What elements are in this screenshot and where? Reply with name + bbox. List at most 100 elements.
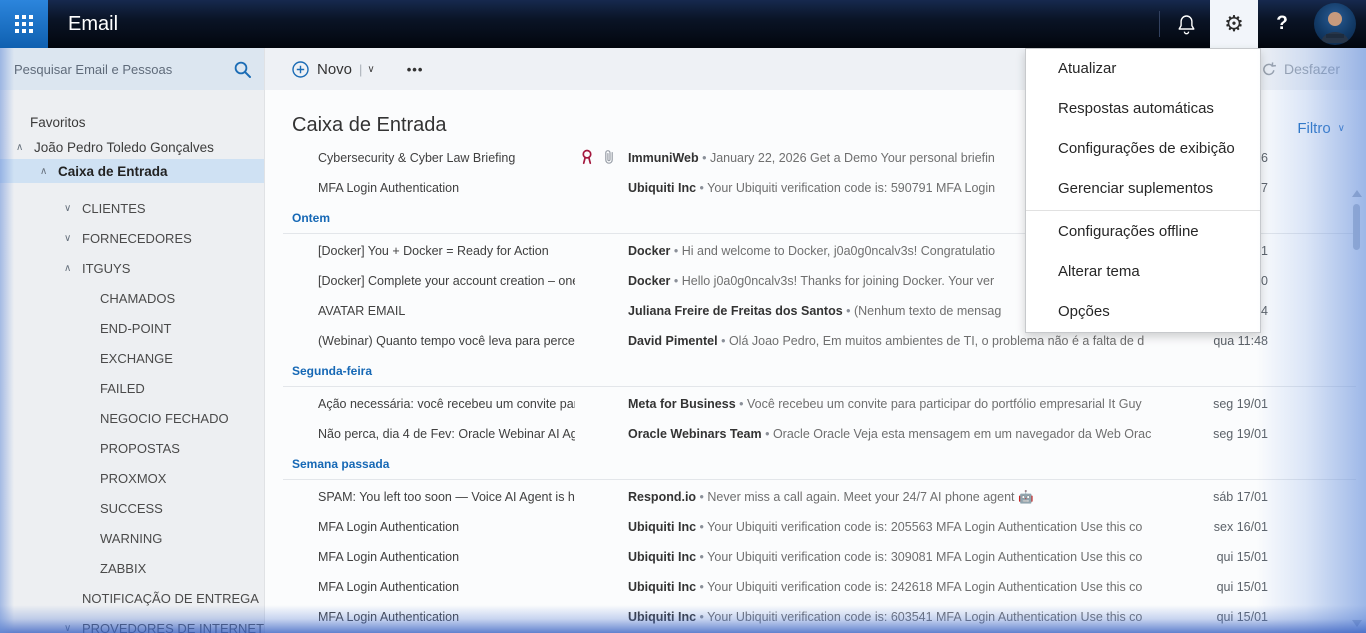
chevron-up-icon[interactable]: ∧ xyxy=(40,166,58,177)
sidebar-folder[interactable]: SUCCESS xyxy=(0,493,264,523)
email-date: qui 15/01 xyxy=(1182,580,1268,594)
email-row[interactable]: MFA Login AuthenticationUbiquiti Inc • Y… xyxy=(265,602,1366,632)
settings-button[interactable]: ⚙ xyxy=(1210,0,1258,48)
search-icon[interactable] xyxy=(233,60,252,79)
chevron-down-icon[interactable]: ∨ xyxy=(64,623,82,633)
folder-label: João Pedro Toledo Gonçalves xyxy=(34,140,214,155)
scroll-down-arrow-icon[interactable] xyxy=(1352,620,1362,627)
email-row[interactable]: MFA Login AuthenticationUbiquiti Inc • Y… xyxy=(265,572,1366,602)
email-row[interactable]: MFA Login Authentication Ubiquiti Inc • Y… xyxy=(265,542,1366,572)
menu-item-gerenciar-suplementos[interactable]: Gerenciar suplementos xyxy=(1026,169,1260,209)
email-date: seg 19/01 xyxy=(1182,427,1268,441)
menu-item-op-es[interactable]: Opções xyxy=(1026,292,1260,332)
email-preview-line: Ubiquiti Inc • Your Ubiquiti verificatio… xyxy=(628,550,1182,564)
menu-item-alterar-tema[interactable]: Alterar tema xyxy=(1026,252,1260,292)
user-avatar[interactable] xyxy=(1314,3,1356,45)
sidebar-folder[interactable]: PROPOSTAS xyxy=(0,433,264,463)
separator-dot: • xyxy=(696,181,707,195)
folder-label: NEGOCIO FECHADO xyxy=(100,411,229,426)
search-input[interactable] xyxy=(14,62,233,77)
flag-ribbon-icon[interactable] xyxy=(581,149,593,168)
folder-label: EXCHANGE xyxy=(100,351,173,366)
email-sender: Respond.io xyxy=(628,490,696,504)
separator-dot: • xyxy=(696,490,707,504)
sidebar-folder[interactable]: ∨PROVEDORES DE INTERNET xyxy=(0,613,264,633)
folder-label: FORNECEDORES xyxy=(82,231,192,246)
email-subject: AVATAR EMAIL xyxy=(318,304,575,318)
date-group-header: Segunda-feira xyxy=(283,356,1356,387)
email-subject: MFA Login Authentication xyxy=(318,550,575,564)
email-preview: (Nenhum texto de mensag xyxy=(854,304,1001,318)
sidebar-folder[interactable]: ∧João Pedro Toledo Gonçalves xyxy=(0,135,264,159)
chevron-down-icon[interactable]: ∨ xyxy=(64,233,82,244)
sidebar-folder[interactable]: EXCHANGE xyxy=(0,343,264,373)
chevron-down-icon[interactable]: ∨ xyxy=(367,64,374,75)
scrollbar-thumb[interactable] xyxy=(1353,204,1360,250)
email-preview: Você recebeu um convite para participar … xyxy=(747,397,1142,411)
top-app-bar: Email ⚙ ? xyxy=(0,0,1366,48)
more-commands-button[interactable]: ••• xyxy=(407,62,424,77)
email-preview: Oracle Oracle Veja esta mensagem em um n… xyxy=(773,427,1151,441)
email-date: qui 15/01 xyxy=(1182,550,1268,564)
list-scrollbar[interactable] xyxy=(1351,190,1363,629)
email-subject: MFA Login Authentication xyxy=(318,181,575,195)
chevron-down-icon[interactable]: ∨ xyxy=(64,203,82,214)
email-subject: MFA Login Authentication xyxy=(318,520,575,534)
sidebar-folder[interactable]: ∧Caixa de Entrada xyxy=(0,159,264,183)
sidebar-folder[interactable]: ∧ITGUYS xyxy=(0,253,264,283)
sidebar-folder[interactable]: ZABBIX xyxy=(0,553,264,583)
scroll-up-arrow-icon[interactable] xyxy=(1352,190,1362,197)
help-button[interactable]: ? xyxy=(1258,0,1306,48)
favorites-label[interactable]: Favoritos xyxy=(0,111,264,135)
email-preview: January 22, 2026 Get a Demo Your persona… xyxy=(710,151,995,165)
app-launcher-button[interactable] xyxy=(0,0,48,48)
sidebar-folder[interactable]: WARNING xyxy=(0,523,264,553)
sidebar-folder[interactable]: NOTIFICAÇÃO DE ENTREGA xyxy=(0,583,264,613)
menu-item-configura-es-de-exibi-o[interactable]: Configurações de exibição xyxy=(1026,129,1260,169)
email-preview-line: Ubiquiti Inc • Your Ubiquiti verificatio… xyxy=(628,580,1182,594)
email-subject: (Webinar) Quanto tempo você leva para pe… xyxy=(318,334,575,348)
sidebar-folder[interactable]: END-POINT xyxy=(0,313,264,343)
filter-button[interactable]: Filtro ∨ xyxy=(1297,120,1345,137)
outlook-web-app: Email ⚙ ? xyxy=(0,0,1366,633)
email-sender: ImmuniWeb xyxy=(628,151,699,165)
sidebar-folder[interactable]: FAILED xyxy=(0,373,264,403)
separator-dot: • xyxy=(699,151,710,165)
menu-item-atualizar[interactable]: Atualizar xyxy=(1026,49,1260,89)
new-mail-button[interactable]: Novo | ∨ xyxy=(292,61,375,78)
email-sender: Ubiquiti Inc xyxy=(628,610,696,624)
email-row[interactable]: Ação necessária: você recebeu um convite… xyxy=(265,389,1366,419)
separator-dot: • xyxy=(762,427,773,441)
plus-circle-icon xyxy=(292,61,309,78)
sidebar-folder[interactable]: ∨FORNECEDORES xyxy=(0,223,264,253)
menu-item-configura-es-offline[interactable]: Configurações offline xyxy=(1026,212,1260,252)
email-sender: Ubiquiti Inc xyxy=(628,181,696,195)
split-divider: | xyxy=(359,62,362,77)
menu-divider xyxy=(1026,210,1260,211)
separator-dot: • xyxy=(736,397,747,411)
sidebar-folder[interactable]: NEGOCIO FECHADO xyxy=(0,403,264,433)
undo-button[interactable]: Desfazer xyxy=(1261,48,1340,90)
separator-dot: • xyxy=(696,550,707,564)
folder-label: FAILED xyxy=(100,381,145,396)
topbar-separator xyxy=(1159,11,1160,37)
email-preview-line: David Pimentel • Olá Joao Pedro, Em muit… xyxy=(628,334,1182,348)
folder-label: NOTIFICAÇÃO DE ENTREGA xyxy=(82,591,259,606)
sidebar-folder[interactable]: CHAMADOS xyxy=(0,283,264,313)
sidebar-folder[interactable]: PROXMOX xyxy=(0,463,264,493)
bell-icon xyxy=(1177,14,1196,35)
email-date: qua 11:48 xyxy=(1182,334,1268,348)
separator-dot: • xyxy=(670,244,681,258)
chevron-up-icon[interactable]: ∧ xyxy=(64,263,82,274)
chevron-up-icon[interactable]: ∧ xyxy=(16,142,34,153)
email-row[interactable]: MFA Login AuthenticationUbiquiti Inc • Y… xyxy=(265,512,1366,542)
folder-label: PROVEDORES DE INTERNET xyxy=(82,621,264,633)
email-row[interactable]: SPAM: You left too soon — Voice AI Agent… xyxy=(265,482,1366,512)
sidebar-folder[interactable]: ∨CLIENTES xyxy=(0,193,264,223)
email-row[interactable]: Não perca, dia 4 de Fev: Oracle Webinar … xyxy=(265,419,1366,449)
menu-item-respostas-autom-ticas[interactable]: Respostas automáticas xyxy=(1026,89,1260,129)
search-bar xyxy=(0,48,264,90)
email-icons xyxy=(575,149,628,168)
separator-dot: • xyxy=(696,580,707,594)
notifications-button[interactable] xyxy=(1162,0,1210,48)
